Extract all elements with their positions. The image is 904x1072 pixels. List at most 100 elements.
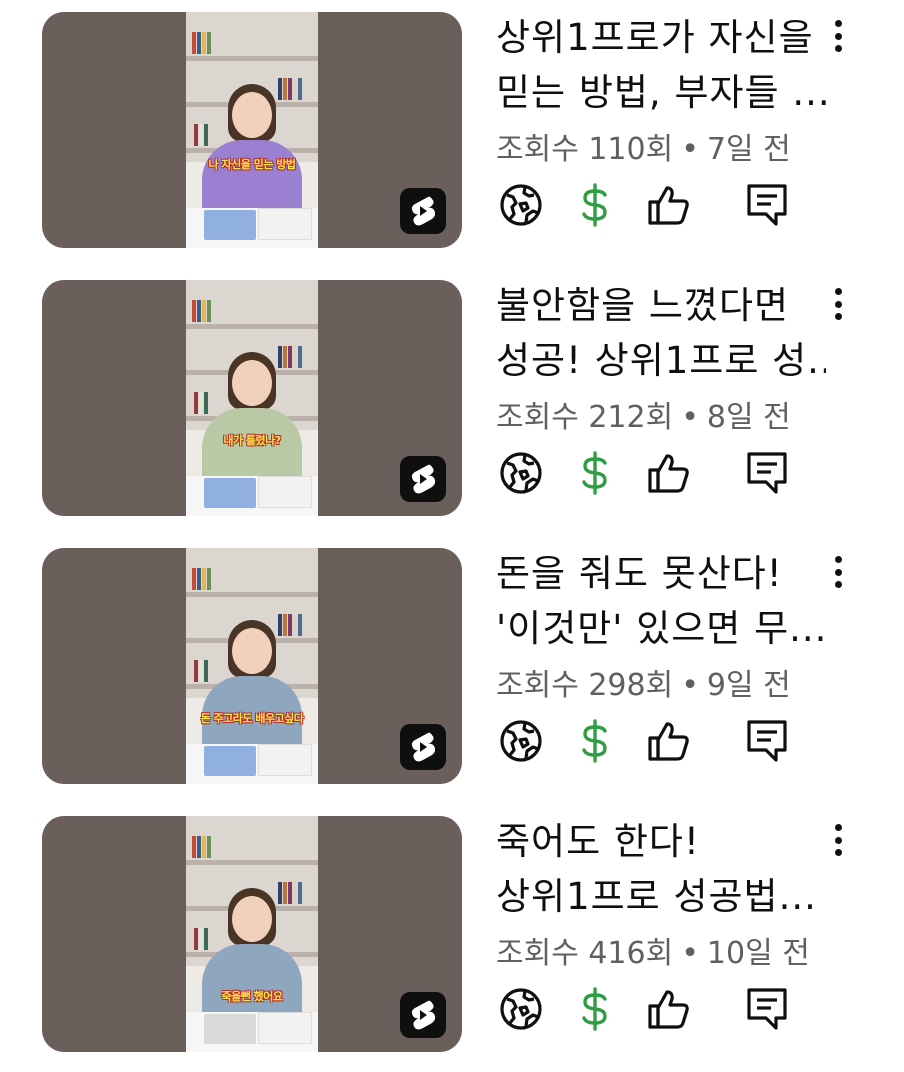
dollar-icon[interactable] [570, 984, 620, 1034]
books [194, 928, 209, 950]
comment-icon[interactable] [742, 180, 792, 230]
video-title[interactable]: 상위1프로가 자신을 믿는 방법, 부자들 ... [496, 10, 826, 120]
desk-book [258, 1012, 312, 1044]
person-face [232, 360, 272, 406]
books [194, 660, 209, 682]
kebab-menu-icon[interactable] [826, 818, 850, 862]
video-title-line-2: 믿는 방법, 부자들 ... [496, 71, 826, 114]
dollar-icon[interactable] [570, 180, 620, 230]
video-title-line-1: 죽어도 한다! [496, 820, 700, 863]
video-actions [496, 716, 796, 772]
thumbnail-frame: 돈 주고라도 배우고싶다 [186, 548, 318, 784]
video-stats: 조회수 298회 • 9일 전 [496, 660, 791, 704]
thumbs-up-icon[interactable] [644, 716, 694, 766]
thumbnail-frame: 나 자신을 믿는 방법 [186, 12, 318, 248]
books [194, 392, 209, 414]
shorts-icon [400, 992, 446, 1038]
meta-separator: • [681, 400, 699, 435]
thumbs-up-icon[interactable] [644, 180, 694, 230]
video-title[interactable]: 불안함을 느꼈다면 성공! 상위1프로 성... [496, 278, 826, 388]
view-count: 조회수 212회 [496, 400, 674, 435]
books [278, 614, 303, 636]
thumbnail-frame: 죽을뻔 했어요 [186, 816, 318, 1052]
books [278, 78, 303, 100]
thumbnail-frame: 내가 틀렸나? [186, 280, 318, 516]
view-count: 조회수 416회 [496, 936, 674, 971]
shelf [186, 324, 318, 329]
comment-icon[interactable] [742, 984, 792, 1034]
books [192, 32, 212, 54]
upload-age: 7일 전 [706, 132, 791, 167]
video-title-line-1: 불안함을 느꼈다면 [496, 284, 790, 327]
thumbs-up-icon[interactable] [644, 984, 694, 1034]
desk-book [258, 208, 312, 240]
thumbs-up-icon[interactable] [644, 448, 694, 498]
shelf [186, 860, 318, 865]
video-title-line-1: 상위1프로가 자신을 [496, 16, 814, 59]
dollar-icon[interactable] [570, 448, 620, 498]
comment-icon[interactable] [742, 448, 792, 498]
upload-age: 10일 전 [706, 936, 810, 971]
desk-book [204, 1014, 256, 1044]
video-list-item[interactable]: 내가 틀렸나? 불안함을 느꼈다면 성공! 상위1프로 성... 조회수 212… [0, 268, 904, 536]
books [278, 346, 303, 368]
view-count: 조회수 110회 [496, 132, 674, 167]
books [194, 124, 209, 146]
desk-book [204, 478, 256, 508]
upload-age: 9일 전 [706, 668, 791, 703]
thumbnail-caption: 돈 주고라도 배우고싶다 [200, 712, 304, 725]
video-thumbnail[interactable]: 나 자신을 믿는 방법 [42, 12, 462, 248]
books [192, 836, 212, 858]
comment-icon[interactable] [742, 716, 792, 766]
video-stats: 조회수 212회 • 8일 전 [496, 392, 791, 436]
video-list-item[interactable]: 죽을뻔 했어요 죽어도 한다! 상위1프로 성공법... 조회수 416회 • 10… [0, 804, 904, 1072]
shelf [186, 592, 318, 597]
desk-book [258, 476, 312, 508]
desk-book [258, 744, 312, 776]
upload-age: 8일 전 [706, 400, 791, 435]
video-title[interactable]: 돈을 줘도 못산다! '이것만' 있으면 무... [496, 546, 826, 656]
video-actions [496, 448, 796, 504]
books [278, 882, 303, 904]
video-stats: 조회수 416회 • 10일 전 [496, 928, 810, 972]
video-title-line-1: 돈을 줘도 못산다! [496, 552, 783, 595]
desk-book [204, 210, 256, 240]
video-thumbnail[interactable]: 내가 틀렸나? [42, 280, 462, 516]
video-stats: 조회수 110회 • 7일 전 [496, 124, 791, 168]
shorts-icon [400, 188, 446, 234]
video-title[interactable]: 죽어도 한다! 상위1프로 성공법... [496, 814, 826, 924]
shorts-icon [400, 724, 446, 770]
desk-book [204, 746, 256, 776]
view-count: 조회수 298회 [496, 668, 674, 703]
shorts-icon [400, 456, 446, 502]
video-title-line-2: 상위1프로 성공법... [496, 875, 817, 918]
thumbnail-caption: 나 자신을 믿는 방법 [208, 158, 296, 171]
meta-separator: • [681, 132, 699, 167]
thumbnail-caption: 죽을뻔 했어요 [221, 990, 283, 1003]
dollar-icon[interactable] [570, 716, 620, 766]
globe-icon[interactable] [496, 448, 546, 498]
globe-icon[interactable] [496, 180, 546, 230]
meta-separator: • [681, 668, 699, 703]
globe-icon[interactable] [496, 716, 546, 766]
video-title-line-2: 성공! 상위1프로 성... [496, 339, 826, 382]
kebab-menu-icon[interactable] [826, 282, 850, 326]
video-title-line-2: '이것만' 있으면 무... [496, 607, 826, 650]
person-face [232, 92, 272, 138]
person-face [232, 896, 272, 942]
thumbnail-caption: 내가 틀렸나? [223, 434, 281, 447]
books [192, 300, 212, 322]
globe-icon[interactable] [496, 984, 546, 1034]
kebab-menu-icon[interactable] [826, 550, 850, 594]
video-thumbnail[interactable]: 죽을뻔 했어요 [42, 816, 462, 1052]
person-face [232, 628, 272, 674]
shelf [186, 56, 318, 61]
video-actions [496, 180, 796, 236]
video-actions [496, 984, 796, 1040]
kebab-menu-icon[interactable] [826, 14, 850, 58]
meta-separator: • [681, 936, 699, 971]
video-list-item[interactable]: 돈 주고라도 배우고싶다 돈을 줘도 못산다! '이것만' 있으면 무... 조… [0, 536, 904, 804]
video-list-item[interactable]: 나 자신을 믿는 방법 상위1프로가 자신을 믿는 방법, 부자들 ... 조회… [0, 0, 904, 268]
video-thumbnail[interactable]: 돈 주고라도 배우고싶다 [42, 548, 462, 784]
books [192, 568, 212, 590]
